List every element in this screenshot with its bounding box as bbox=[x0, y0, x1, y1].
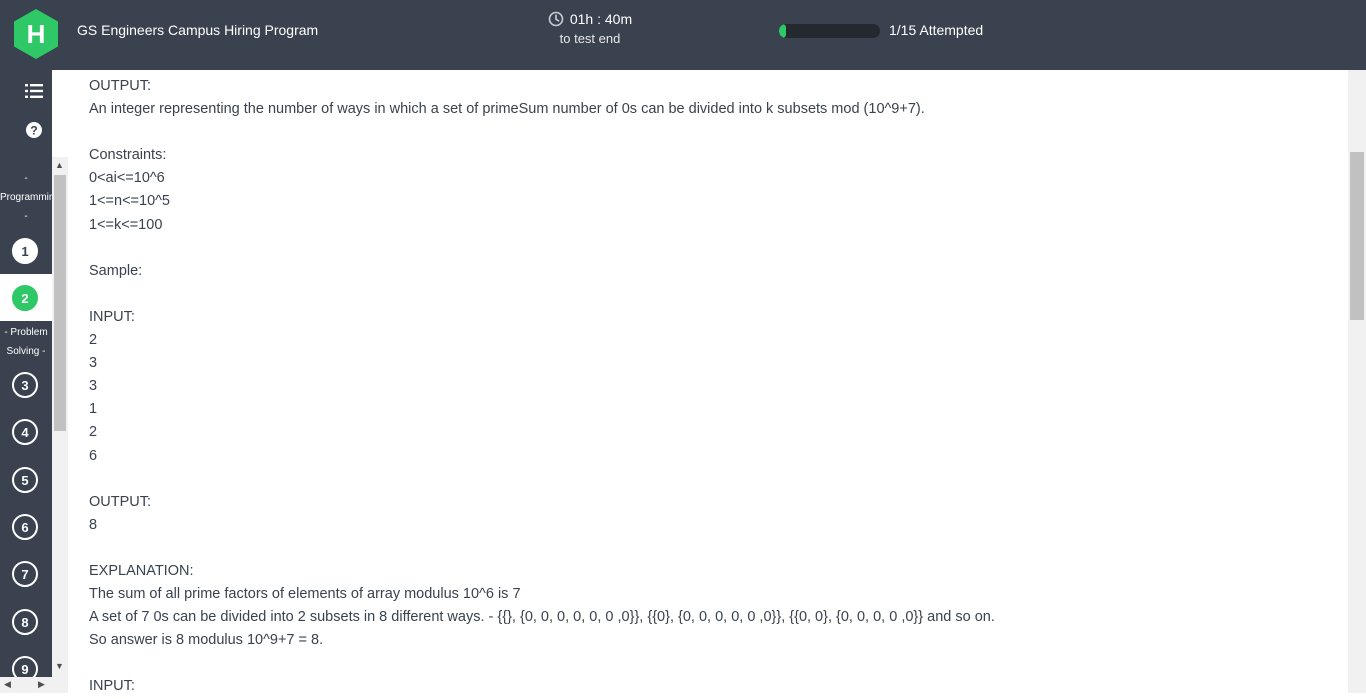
test-timer: 01h : 40m to test end bbox=[544, 11, 636, 46]
section-label-problem-solving: - Problem bbox=[4, 327, 48, 338]
constraint-item: 0<ai<=10^6 bbox=[89, 170, 165, 187]
main-scrollbar[interactable] bbox=[1348, 70, 1366, 693]
problem-statement: OUTPUT: An integer representing the numb… bbox=[89, 75, 1329, 699]
input-value: 1 bbox=[89, 401, 98, 418]
attempt-progress-fill bbox=[779, 24, 786, 38]
question-7-button[interactable]: 7 bbox=[12, 561, 38, 587]
section-label-programming: Programmin bbox=[0, 192, 52, 203]
scroll-left-arrow-icon[interactable]: ◀ bbox=[4, 679, 11, 690]
section-separator: - bbox=[24, 211, 28, 222]
input-value: 2 bbox=[89, 424, 98, 441]
input-heading: INPUT: bbox=[89, 308, 135, 325]
scroll-up-arrow-icon[interactable]: ▲ bbox=[55, 160, 64, 170]
input-value: 3 bbox=[89, 378, 98, 395]
app-title: GS Engineers Campus Hiring Program bbox=[77, 22, 319, 38]
attempt-progress-bar bbox=[779, 24, 880, 38]
question-5-button[interactable]: 5 bbox=[12, 467, 38, 493]
sample-output-heading: OUTPUT: bbox=[89, 493, 152, 510]
svg-text:?: ? bbox=[30, 124, 37, 138]
sample-heading: Sample: bbox=[89, 262, 143, 279]
sidebar-scrollbar[interactable]: ▲ ▼ bbox=[52, 157, 68, 693]
list-icon[interactable] bbox=[25, 82, 43, 100]
help-icon[interactable]: ? bbox=[25, 121, 43, 139]
top-bar: H GS Engineers Campus Hiring Program 01h… bbox=[0, 0, 1366, 70]
constraints-heading: Constraints: bbox=[89, 147, 167, 164]
explanation-heading: EXPLANATION: bbox=[89, 562, 194, 579]
timer-value: 01h : 40m bbox=[569, 11, 633, 27]
timer-subtitle: to test end bbox=[559, 31, 621, 46]
input-value: 6 bbox=[89, 447, 98, 464]
main-scrollbar-thumb[interactable] bbox=[1350, 152, 1364, 320]
explanation-line: The sum of all prime factors of elements… bbox=[89, 586, 521, 603]
hackerrank-logo[interactable]: H bbox=[14, 9, 58, 59]
input-heading-2: INPUT: bbox=[89, 678, 135, 695]
explanation-line: So answer is 8 modulus 10^9+7 = 8. bbox=[89, 632, 324, 649]
sample-output-value: 8 bbox=[89, 516, 98, 533]
scroll-right-arrow-icon[interactable]: ▶ bbox=[38, 679, 45, 690]
question-3-button[interactable]: 3 bbox=[12, 372, 38, 398]
clock-icon bbox=[548, 11, 564, 27]
question-8-button[interactable]: 8 bbox=[12, 609, 38, 635]
question-4-button[interactable]: 4 bbox=[12, 419, 38, 445]
constraint-item: 1<=k<=100 bbox=[89, 216, 163, 233]
input-value: 2 bbox=[89, 332, 98, 349]
section-separator: - bbox=[24, 173, 28, 184]
sidebar-scrollbar-thumb[interactable] bbox=[54, 175, 66, 431]
output-heading: OUTPUT: bbox=[89, 78, 152, 94]
output-description: An integer representing the number of wa… bbox=[89, 101, 925, 118]
input-value: 3 bbox=[89, 355, 98, 372]
section-label-problem-solving-cont: Solving - bbox=[6, 346, 46, 357]
constraint-item: 1<=n<=10^5 bbox=[89, 193, 170, 210]
explanation-line: A set of 7 0s can be divided into 2 subs… bbox=[89, 609, 995, 626]
sidebar-horizontal-scrollbar[interactable]: ◀ ▶ bbox=[0, 677, 52, 693]
question-1-button[interactable]: 1 bbox=[12, 238, 38, 264]
logo-letter: H bbox=[27, 19, 46, 49]
question-2-button[interactable]: 2 bbox=[12, 285, 38, 311]
scroll-down-arrow-icon[interactable]: ▼ bbox=[55, 661, 64, 671]
question-sidebar: ? - Programmin - 1 2 - Problem Solving -… bbox=[0, 70, 52, 693]
question-6-button[interactable]: 6 bbox=[12, 514, 38, 540]
attempted-count: 1/15 Attempted bbox=[889, 22, 984, 38]
